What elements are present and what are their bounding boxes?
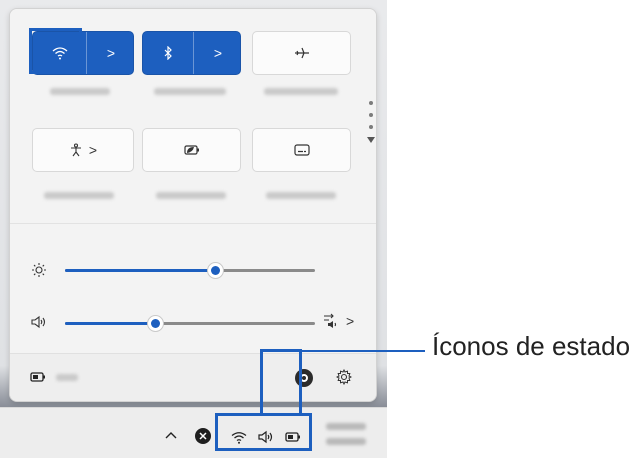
accessibility-icon bbox=[69, 143, 83, 157]
bluetooth-tile: > bbox=[142, 31, 241, 75]
callout-line bbox=[299, 349, 302, 415]
callout-line bbox=[301, 350, 425, 352]
page-dot[interactable] bbox=[369, 101, 373, 105]
quick-settings-footer bbox=[10, 353, 376, 401]
settings-gear-icon bbox=[336, 369, 352, 385]
show-hidden-icons-button[interactable] bbox=[165, 431, 177, 439]
audio-output-icon bbox=[323, 313, 343, 329]
brightness-slider-thumb[interactable] bbox=[208, 263, 223, 278]
page-dot[interactable] bbox=[369, 125, 373, 129]
settings-button[interactable] bbox=[336, 369, 352, 385]
battery-icon bbox=[30, 372, 46, 382]
airplane-icon bbox=[294, 46, 310, 60]
taskbar bbox=[0, 407, 387, 458]
color-wheel-button[interactable] bbox=[295, 369, 313, 387]
audio-output-button[interactable]: > bbox=[323, 313, 354, 329]
callout-line bbox=[260, 349, 301, 352]
volume-slider[interactable] bbox=[65, 316, 315, 331]
page-down-icon[interactable] bbox=[367, 137, 375, 143]
captions-icon bbox=[293, 144, 310, 156]
bluetooth-toggle-button[interactable] bbox=[143, 32, 193, 74]
accessibility-tile[interactable]: > bbox=[32, 128, 134, 172]
wifi-tile-highlight bbox=[29, 28, 82, 74]
live-captions-tile[interactable] bbox=[252, 128, 351, 172]
chevron-right-icon: > bbox=[346, 313, 355, 329]
sliders-section: > bbox=[10, 223, 376, 354]
battery-status-button[interactable] bbox=[30, 372, 78, 382]
airplane-mode-tile[interactable] bbox=[252, 31, 351, 75]
tray-app-button[interactable] bbox=[195, 428, 211, 444]
energy-saver-icon bbox=[183, 144, 200, 156]
status-icons-highlight bbox=[215, 413, 312, 451]
bluetooth-expand-button[interactable]: > bbox=[194, 32, 242, 74]
brightness-icon bbox=[31, 262, 47, 278]
chevron-right-icon: > bbox=[106, 45, 116, 61]
wifi-expand-button[interactable]: > bbox=[87, 32, 135, 74]
bluetooth-icon bbox=[163, 46, 173, 60]
close-circle-icon bbox=[199, 432, 207, 440]
chevron-right-icon: > bbox=[213, 45, 223, 61]
page-dot[interactable] bbox=[369, 113, 373, 117]
chevron-up-icon bbox=[165, 431, 177, 439]
callout-line bbox=[260, 349, 263, 415]
energy-saver-tile[interactable] bbox=[142, 128, 241, 172]
speaker-icon bbox=[31, 315, 47, 329]
volume-slider-thumb[interactable] bbox=[148, 316, 163, 331]
page-indicator[interactable] bbox=[367, 101, 376, 143]
brightness-slider[interactable] bbox=[65, 263, 315, 278]
status-icons-callout-label: Íconos de estado bbox=[432, 331, 631, 361]
chevron-right-icon: > bbox=[88, 142, 98, 158]
